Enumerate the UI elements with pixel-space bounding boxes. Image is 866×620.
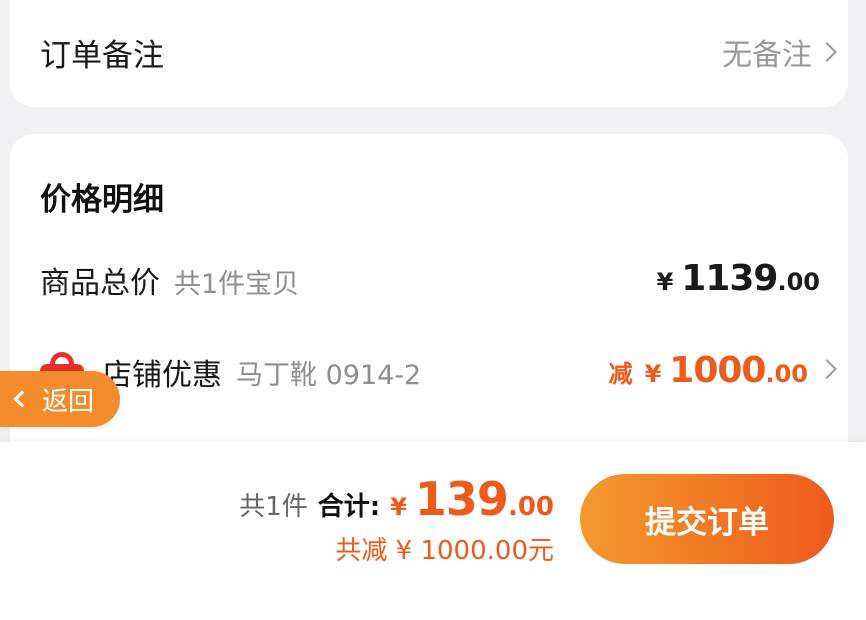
price-detail-title: 价格明细 bbox=[40, 182, 164, 218]
goods-total-label: 商品总价 bbox=[40, 266, 160, 301]
chevron-right-icon bbox=[817, 42, 837, 62]
amount-integer: 1139 bbox=[681, 258, 778, 299]
goods-total-row: 商品总价 共1件宝贝 ¥ 1139 .00 bbox=[40, 258, 834, 308]
currency-symbol: ¥ bbox=[390, 493, 407, 521]
order-note-value-text: 无备注 bbox=[722, 38, 812, 73]
amount-integer: 1000 bbox=[669, 350, 766, 391]
order-note-value[interactable]: 无备注 bbox=[722, 30, 837, 74]
shop-discount-row[interactable]: 店铺优惠 马丁靴 0914-2 减 ¥ 1000 .00 bbox=[40, 350, 837, 400]
total-label: 合计: bbox=[317, 492, 381, 522]
total-amount-decimal: .00 bbox=[507, 492, 554, 522]
shop-discount-coupon: 马丁靴 0914-2 bbox=[236, 359, 422, 391]
amount-decimal: .00 bbox=[765, 360, 808, 388]
goods-total-amount: ¥ 1139 .00 bbox=[657, 258, 820, 299]
chevron-right-icon bbox=[817, 359, 837, 379]
goods-count-text: 共1件宝贝 bbox=[174, 269, 300, 300]
item-count: 共1件 bbox=[239, 492, 308, 522]
back-button-label: 返回 bbox=[42, 386, 95, 417]
submit-order-button[interactable]: 提交订单 bbox=[580, 474, 834, 564]
total-discount-text: 共减 ¥ 1000.00元 bbox=[335, 536, 554, 566]
price-detail-card: 价格明细 商品总价 共1件宝贝 ¥ 1139 .00 店铺优惠 马丁靴 0914… bbox=[10, 134, 848, 464]
currency-symbol: ¥ bbox=[656, 268, 674, 296]
shop-discount-amount: 减 ¥ 1000 .00 bbox=[608, 350, 837, 391]
order-note-row[interactable]: 订单备注 无备注 bbox=[10, 0, 848, 107]
amount-decimal: .00 bbox=[777, 268, 820, 296]
total-amount-integer: 139 bbox=[414, 472, 509, 526]
back-button[interactable]: 返回 bbox=[0, 371, 120, 427]
checkout-bar: 共1件 合计: ¥ 139 .00 共减 ¥ 1000.00元 提交订单 bbox=[0, 442, 866, 620]
chevron-left-icon bbox=[13, 390, 31, 408]
shop-discount-label: 店铺优惠 bbox=[102, 358, 222, 393]
discount-prefix: 减 bbox=[608, 360, 633, 388]
currency-symbol: ¥ bbox=[644, 360, 662, 388]
order-note-label: 订单备注 bbox=[40, 38, 164, 74]
order-summary: 共1件 合计: ¥ 139 .00 bbox=[239, 472, 554, 526]
